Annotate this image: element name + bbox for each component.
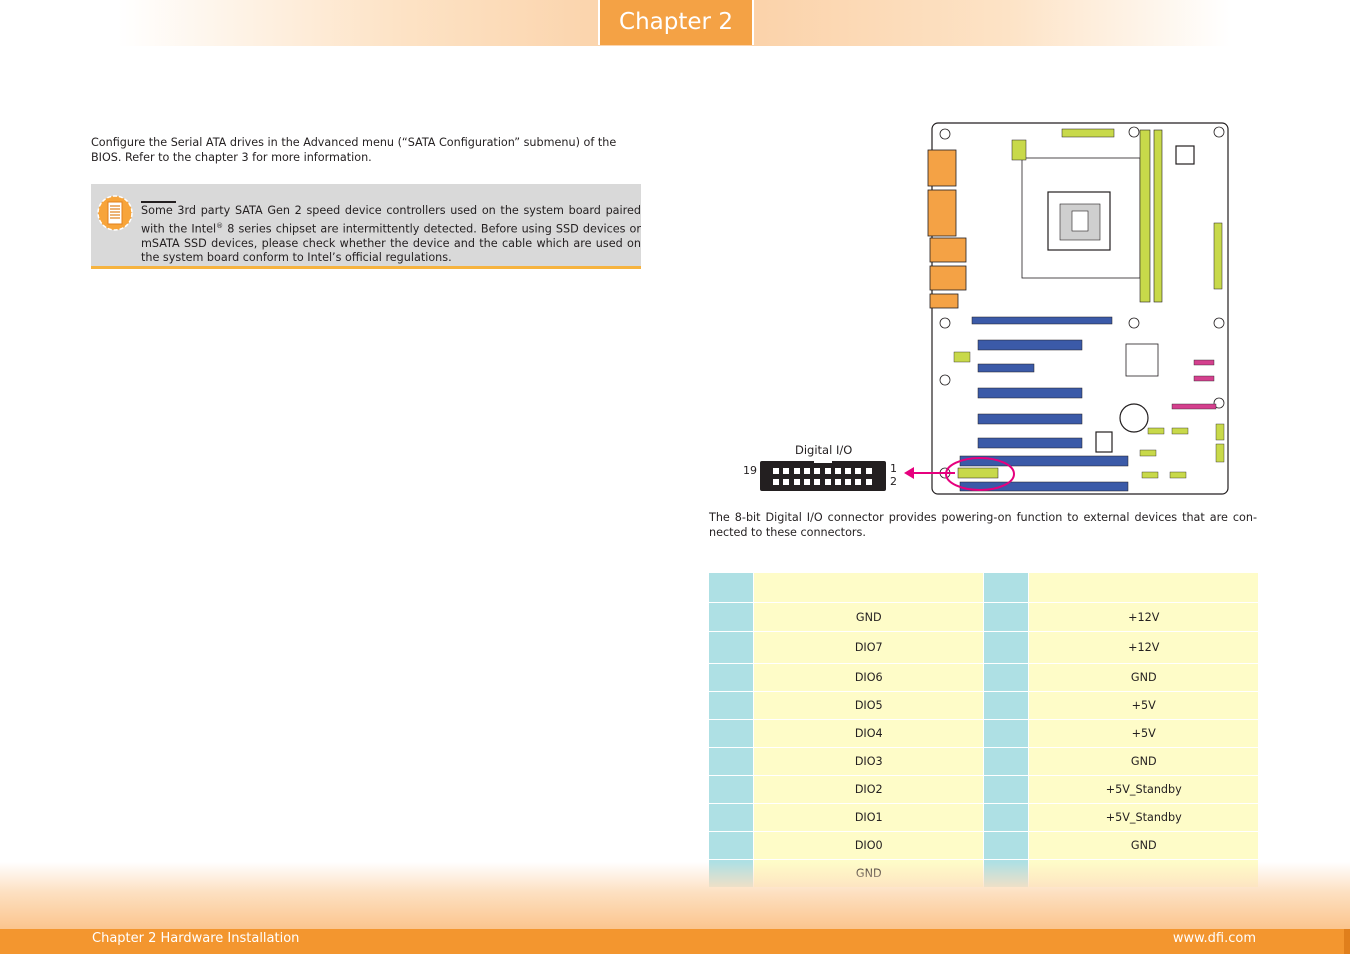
footer-bar: Chapter 2 Hardware Installation www.dfi.… — [0, 929, 1350, 954]
pin-assignment-cell — [1028, 572, 1259, 603]
pin-number-cell — [707, 775, 755, 804]
pin-assignment-cell: +5V — [1028, 719, 1259, 748]
pin-number-cell — [982, 831, 1030, 860]
pin-number-cell — [982, 747, 1030, 776]
pin-number-cell — [707, 663, 755, 692]
footer-chapter-title: Chapter 2 Hardware Installation — [92, 931, 300, 946]
pin-number-cell — [982, 775, 1030, 804]
digital-io-connector — [760, 459, 886, 491]
pin-number-cell — [707, 691, 755, 720]
pin-assignment-cell: DIO6 — [753, 663, 984, 692]
pin-assignment-cell — [753, 572, 984, 603]
pin-assignment-cell: DIO4 — [753, 719, 984, 748]
note-box: Some 3rd party SATA Gen 2 speed device c… — [91, 184, 641, 269]
pin-assignment-cell: DIO1 — [753, 803, 984, 832]
footer-website-link[interactable]: www.dfi.com — [1173, 931, 1256, 946]
pin-assignment-cell: GND — [1028, 831, 1259, 860]
pin-1-label: 1 — [890, 462, 897, 475]
pin-19-label: 19 — [743, 464, 757, 477]
table-row: DIO7 +12V — [707, 631, 1259, 664]
connector-label: Digital I/O — [795, 443, 853, 457]
pin-assignment-cell: DIO7 — [753, 631, 984, 664]
connector-pins — [773, 468, 873, 486]
connector-key — [814, 459, 832, 463]
pin-assignment-cell: DIO3 — [753, 747, 984, 776]
pin-assignment-cell: +12V — [1028, 631, 1259, 664]
note-rule — [141, 201, 176, 203]
table-row: DIO2 +5V_Standby — [707, 775, 1259, 804]
pin-assignment-cell: +12V — [1028, 602, 1259, 632]
table-row: GND +12V — [707, 602, 1259, 632]
pin-number-cell — [707, 631, 755, 664]
footer-band — [0, 862, 1350, 930]
pin-number-cell — [707, 572, 755, 603]
pin-number-cell — [707, 602, 755, 632]
pin-number-cell — [982, 631, 1030, 664]
pin-number-cell — [707, 831, 755, 860]
pin-number-cell — [707, 747, 755, 776]
pin-number-cell — [982, 602, 1030, 632]
pointer-arrow-icon — [904, 467, 955, 479]
pin-assignment-cell: +5V — [1028, 691, 1259, 720]
pin-number-cell — [982, 663, 1030, 692]
pin-assignment-table: GND +12V DIO7 +12V DIO6 GND DIO5 +5V DIO4 +5V DIO3… — [707, 572, 1259, 888]
pin-number-cell — [982, 572, 1030, 603]
pin-number-cell — [982, 691, 1030, 720]
pin-assignment-cell: +5V_Standby — [1028, 803, 1259, 832]
table-row: DIO0 GND — [707, 831, 1259, 860]
pin-number-cell — [707, 719, 755, 748]
pin-assignment-cell: GND — [1028, 663, 1259, 692]
pin-assignment-cell: DIO0 — [753, 831, 984, 860]
pin-assignment-cell: DIO2 — [753, 775, 984, 804]
table-row — [707, 572, 1259, 603]
table-row: DIO1 +5V_Standby — [707, 803, 1259, 832]
pin-2-label: 2 — [890, 475, 897, 488]
table-row: DIO4 +5V — [707, 719, 1259, 748]
pin-assignment-cell: GND — [1028, 747, 1259, 776]
intro-paragraph: Configure the Serial ATA drives in the A… — [91, 136, 617, 164]
pin-assignment-cell: +5V_Standby — [1028, 775, 1259, 804]
motherboard-diagram — [927, 122, 1229, 495]
connector-description: The 8-bit Digital I/O connector provides… — [709, 511, 1257, 539]
pin-assignment-cell: DIO5 — [753, 691, 984, 720]
pin-assignment-cell: GND — [753, 602, 984, 632]
pin-number-cell — [982, 719, 1030, 748]
table-row: DIO3 GND — [707, 747, 1259, 776]
note-text: Some 3rd party SATA Gen 2 speed device c… — [141, 204, 641, 265]
note-icon — [97, 195, 133, 231]
footer-edge — [1344, 929, 1350, 954]
table-row: DIO5 +5V — [707, 691, 1259, 720]
pin-number-cell — [982, 803, 1030, 832]
pin-number-cell — [707, 803, 755, 832]
table-row: DIO6 GND — [707, 663, 1259, 692]
chapter-tab[interactable]: Chapter 2 — [598, 0, 754, 45]
